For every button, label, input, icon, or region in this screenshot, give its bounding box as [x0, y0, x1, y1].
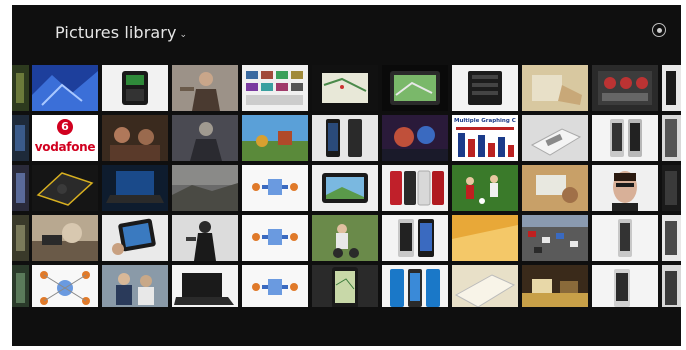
thumbnail-tile[interactable] — [12, 115, 29, 161]
thumbnail-tile[interactable] — [12, 65, 29, 111]
thumbnail-tile[interactable] — [32, 165, 98, 211]
thumbnail-tile[interactable] — [592, 265, 658, 311]
thumbnail-tile[interactable] — [12, 215, 29, 261]
thumbnail-tile[interactable] — [242, 115, 308, 161]
close-circle-icon — [656, 27, 662, 33]
thumbnail-tile[interactable] — [382, 115, 448, 161]
thumbnail-tile[interactable] — [592, 165, 658, 211]
thumbnail-tile[interactable] — [592, 65, 658, 111]
thumbnail-tile[interactable] — [382, 215, 448, 261]
thumbnail-tile[interactable] — [242, 65, 308, 111]
thumbnail-tile[interactable] — [452, 215, 518, 261]
thumbnail-tile[interactable] — [592, 115, 658, 161]
thumbnail-tile[interactable] — [32, 215, 98, 261]
thumbnail-tile[interactable] — [452, 65, 518, 111]
bottom-app-bar — [12, 307, 681, 346]
thumbnail-tile[interactable] — [452, 265, 518, 311]
thumbnail-tile[interactable] — [522, 215, 588, 261]
thumbnail-tile[interactable] — [12, 265, 29, 311]
thumbnail-tile[interactable] — [662, 65, 681, 111]
vodafone-logo: 6 vodafone — [32, 115, 98, 161]
thumbnail-tile[interactable] — [662, 215, 681, 261]
thumbnail-tile[interactable] — [102, 215, 168, 261]
thumbnail-tile[interactable] — [382, 165, 448, 211]
thumbnail-tile[interactable] — [312, 265, 378, 311]
thumbnail-tile[interactable] — [242, 265, 308, 311]
thumbnail-tile[interactable] — [312, 215, 378, 261]
thumbnail-tile[interactable] — [102, 65, 168, 111]
thumbnail-tile[interactable] — [102, 115, 168, 161]
page-title: Pictures library — [55, 23, 177, 42]
chevron-down-icon: ⌄ — [179, 29, 188, 40]
thumbnail-tile[interactable]: Multiple Graphing Calculat — [452, 115, 518, 161]
thumbnail-tile[interactable] — [172, 115, 238, 161]
thumbnail-tile[interactable] — [522, 115, 588, 161]
thumbnail-tile[interactable] — [242, 215, 308, 261]
thumbnail-tile[interactable] — [522, 265, 588, 311]
thumbnail-tile[interactable] — [382, 265, 448, 311]
thumbnail-tile[interactable] — [172, 215, 238, 261]
thumbnail-tile[interactable] — [32, 265, 98, 311]
thumbnail-tile[interactable] — [452, 165, 518, 211]
thumbnail-tile[interactable] — [382, 65, 448, 111]
thumbnail-tile[interactable] — [312, 165, 378, 211]
thumbnail-tile[interactable]: 6 vodafone — [32, 115, 98, 161]
header: Pictures library ⌄ — [12, 5, 681, 61]
thumbnail-tile[interactable] — [102, 265, 168, 311]
thumbnail-tile[interactable] — [242, 165, 308, 211]
library-title-dropdown[interactable]: Pictures library ⌄ — [55, 23, 187, 42]
thumbnail-tile[interactable] — [522, 165, 588, 211]
thumbnail-tile[interactable] — [172, 165, 238, 211]
thumbnail-tile[interactable] — [172, 265, 238, 311]
graphing-calculator-thumbnail: Multiple Graphing Calculat — [452, 115, 518, 161]
thumbnail-tile[interactable] — [12, 165, 29, 211]
thumbnail-tile[interactable] — [592, 215, 658, 261]
thumbnail-tile[interactable] — [312, 65, 378, 111]
thumbnail-tile[interactable] — [662, 165, 681, 211]
thumbnail-tile[interactable] — [172, 65, 238, 111]
close-button[interactable] — [652, 23, 666, 37]
thumbnail-tile[interactable] — [662, 115, 681, 161]
thumbnail-tile[interactable] — [662, 265, 681, 311]
thumbnail-tile[interactable] — [32, 65, 98, 111]
app-window: Pictures library ⌄ 6 vodafone Multiple G… — [12, 5, 681, 346]
thumbnail-tile[interactable] — [522, 65, 588, 111]
thumbnail-tile[interactable] — [312, 115, 378, 161]
thumbnail-tile[interactable] — [102, 165, 168, 211]
